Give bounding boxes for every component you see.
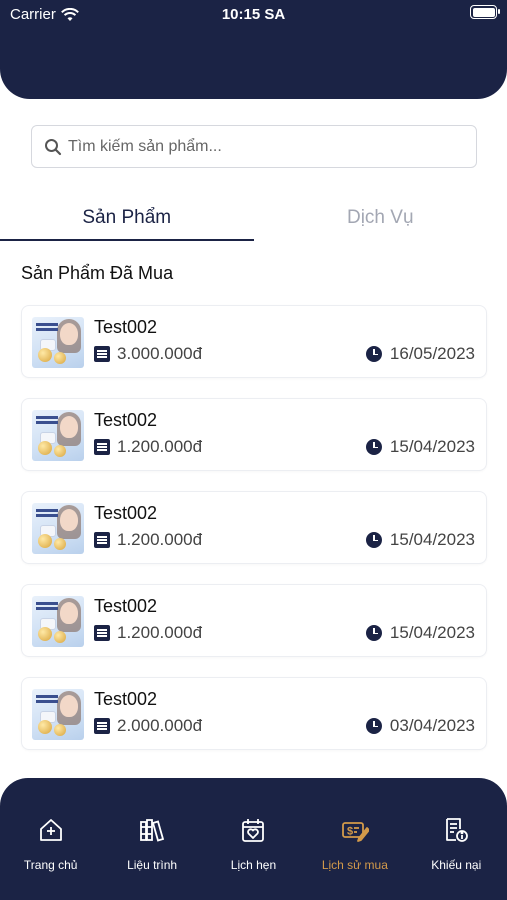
purchase-card[interactable]: Test002 3.000.000đ 16/05/2023 xyxy=(21,305,487,378)
price-row: 1.200.000đ xyxy=(94,530,202,550)
nav-item-appointments[interactable]: Lịch hẹn xyxy=(203,778,304,900)
product-price: 1.200.000đ xyxy=(117,437,203,456)
section-title: Sản Phẩm Đã Mua xyxy=(21,263,174,283)
nav-item-purchase-history[interactable]: $ Lịch sử mua xyxy=(304,778,405,900)
clock-icon xyxy=(365,439,382,455)
purchase-date: 15/04/2023 xyxy=(389,623,475,642)
purchase-card[interactable]: Test002 1.200.000đ 15/04/2023 xyxy=(21,398,487,471)
nav-label-appointments: Lịch hẹn xyxy=(230,858,277,872)
product-thumbnail xyxy=(32,410,84,461)
date-row: 03/04/2023 xyxy=(365,716,475,736)
product-name: Test002 xyxy=(94,410,158,430)
product-thumbnail xyxy=(32,503,84,554)
nav-label-purchase-history: Lịch sử mua xyxy=(321,858,388,872)
date-row: 15/04/2023 xyxy=(365,437,475,457)
purchase-history-icon: $ xyxy=(341,822,369,842)
product-thumbnail xyxy=(32,689,84,740)
date-row: 15/04/2023 xyxy=(365,623,475,643)
purchase-card[interactable]: Test002 1.200.000đ 15/04/2023 xyxy=(21,584,487,657)
tab-products[interactable]: Sản Phẩm xyxy=(0,195,254,241)
calendar-heart-icon xyxy=(242,819,265,842)
date-row: 15/04/2023 xyxy=(365,530,475,550)
home-plus-icon xyxy=(39,819,62,841)
battery-icon xyxy=(470,5,500,19)
clock-icon xyxy=(365,532,382,548)
treatment-books-icon xyxy=(140,819,165,842)
product-price: 3.000.000đ xyxy=(117,344,203,363)
product-price: 1.200.000đ xyxy=(117,530,203,549)
receipt-icon xyxy=(94,532,110,548)
product-price: 1.200.000đ xyxy=(117,623,203,642)
receipt-icon xyxy=(94,718,110,734)
clock-icon xyxy=(365,718,382,734)
complaint-doc-icon xyxy=(446,818,469,842)
product-thumbnail xyxy=(32,596,84,647)
purchase-card[interactable]: Test002 2.000.000đ 03/04/2023 xyxy=(21,677,487,750)
product-name: Test002 xyxy=(94,317,158,337)
search-icon xyxy=(45,138,62,155)
product-price: 2.000.000đ xyxy=(117,716,203,735)
receipt-icon xyxy=(94,625,110,641)
receipt-icon xyxy=(94,346,110,362)
purchase-list: Test002 3.000.000đ 16/05/2023 Test002 1.200.… xyxy=(21,305,487,770)
product-name: Test002 xyxy=(94,689,158,709)
bottom-nav: Trang chủ Liệu trình Lịch hẹn $ Lịch sử … xyxy=(0,778,507,900)
purchase-card[interactable]: Test002 1.200.000đ 15/04/2023 xyxy=(21,491,487,564)
purchase-date: 15/04/2023 xyxy=(389,530,475,549)
clock-icon xyxy=(365,625,382,641)
nav-item-complaints[interactable]: Khiếu nại xyxy=(406,778,507,900)
product-thumbnail xyxy=(32,317,84,368)
header-banner: Carrier 10:15 SA xyxy=(0,0,507,99)
tab-services[interactable]: Dịch Vụ xyxy=(254,195,507,241)
search-input[interactable] xyxy=(68,137,448,156)
status-bar: Carrier 10:15 SA xyxy=(0,0,507,30)
clock-icon xyxy=(365,346,382,362)
svg-text:$: $ xyxy=(347,826,353,838)
product-name: Test002 xyxy=(94,503,158,523)
price-row: 1.200.000đ xyxy=(94,623,202,643)
tab-bar: Sản Phẩm Dịch Vụ xyxy=(0,195,507,241)
price-row: 3.000.000đ xyxy=(94,344,202,364)
nav-label-complaints: Khiếu nại xyxy=(431,858,482,872)
purchase-date: 03/04/2023 xyxy=(389,716,475,735)
purchase-date: 15/04/2023 xyxy=(389,437,475,456)
price-row: 2.000.000đ xyxy=(94,716,202,736)
product-name: Test002 xyxy=(94,596,158,616)
nav-label-home: Trang chủ xyxy=(23,858,78,872)
purchase-date: 16/05/2023 xyxy=(389,344,475,363)
status-time: 10:15 SA xyxy=(221,6,286,23)
price-row: 1.200.000đ xyxy=(94,437,202,457)
nav-label-treatment: Liệu trình xyxy=(127,858,178,872)
receipt-icon xyxy=(94,439,110,455)
nav-item-home[interactable]: Trang chủ xyxy=(0,778,101,900)
date-row: 16/05/2023 xyxy=(365,344,475,364)
search-bar[interactable] xyxy=(31,125,477,168)
nav-item-treatment[interactable]: Liệu trình xyxy=(101,778,202,900)
